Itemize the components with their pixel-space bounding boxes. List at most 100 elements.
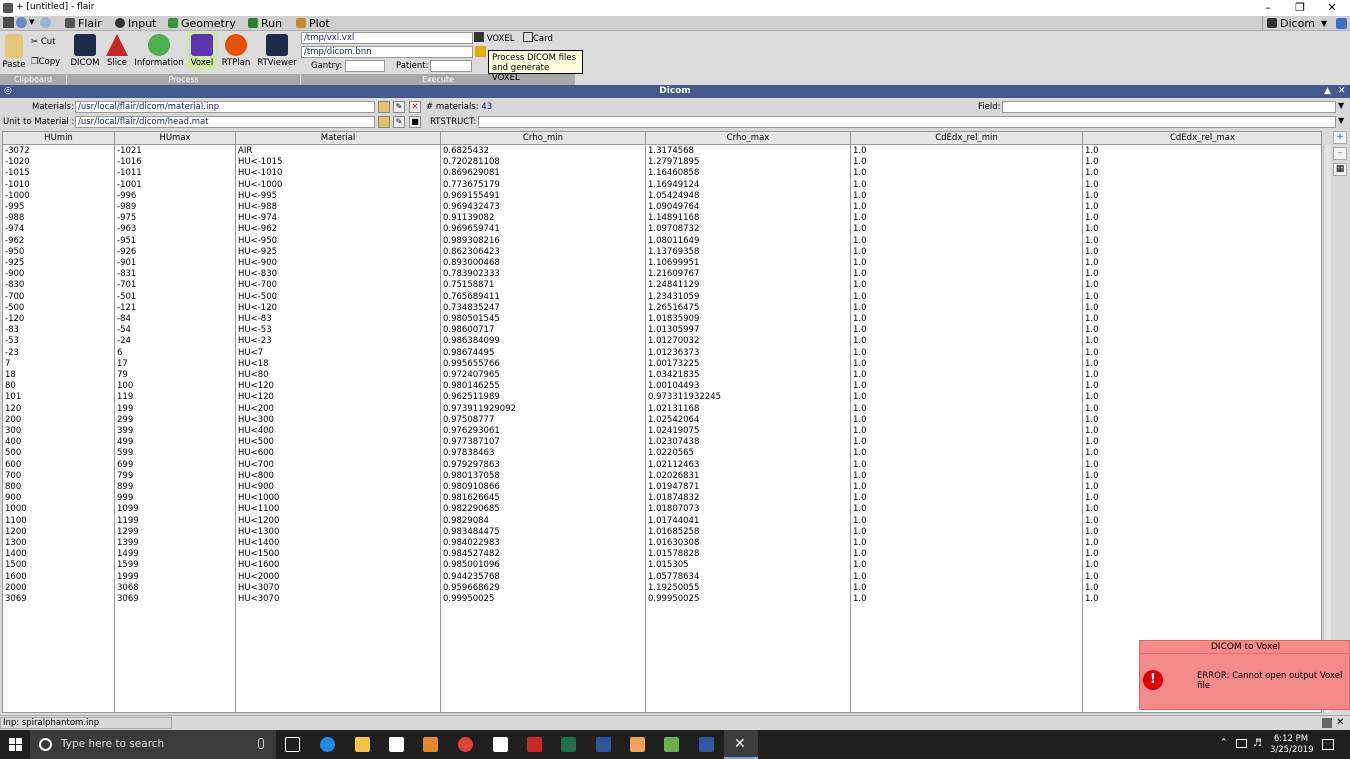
table-cell[interactable]: 1.0 [853,146,867,157]
table-cell[interactable]: 1.0 [1085,180,1099,191]
table-cell[interactable]: 1.0 [853,359,867,370]
table-cell[interactable]: 0.969432473 [443,202,500,213]
table-cell[interactable]: 0.720281108 [443,157,500,168]
mcafee-icon[interactable] [527,737,542,752]
table-cell[interactable]: 1.0 [1085,157,1099,168]
table-cell[interactable]: HU<300 [238,415,274,426]
table-cell[interactable]: 1.0 [1085,415,1099,426]
table-row[interactable]: 120 199 HU<200 0.973911929092 1.02131168 1.0 1… [3,404,1321,415]
table-cell[interactable]: HU<500 [238,437,274,448]
table-cell[interactable]: 0.75158871 [443,280,494,291]
table-cell[interactable]: HU<-988 [238,202,277,213]
table-cell[interactable]: -1001 [117,180,142,191]
table-cell[interactable]: 100 [117,381,133,392]
edit-icon[interactable]: ✎ [393,101,405,113]
table-cell[interactable]: 0.972407965 [443,370,500,381]
table-cell[interactable]: 1.0 [853,527,867,538]
table-cell[interactable]: 3069 [5,594,27,605]
table-cell[interactable]: 0.99950025 [648,594,699,605]
table-cell[interactable]: -963 [117,224,136,235]
table-cell[interactable]: 0.91139082 [443,213,494,224]
column-header-humax[interactable]: HUmax [115,132,236,145]
table-cell[interactable]: 1.01874832 [648,493,699,504]
table-cell[interactable]: 1.0 [1085,370,1099,381]
copy-button[interactable]: ❐Copy [31,57,60,67]
table-cell[interactable]: 1599 [117,560,139,571]
table-cell[interactable]: 1.0 [1085,258,1099,269]
table-cell[interactable]: 0.973911929092 [443,404,516,415]
table-cell[interactable]: 1.0 [1085,404,1099,415]
table-cell[interactable]: 1.16460858 [648,168,699,179]
table-cell[interactable]: 1.0 [1085,572,1099,583]
table-cell[interactable]: -3072 [5,146,30,157]
table-cell[interactable]: 1.0 [1085,325,1099,336]
table-cell[interactable]: -926 [117,247,136,258]
table-cell[interactable]: HU<80 [238,370,269,381]
table-cell[interactable]: 1.0 [1085,247,1099,258]
table-row[interactable]: 18 79 HU<80 0.972407965 1.03421835 1.0 1.0 [3,370,1321,381]
table-cell[interactable]: 1.03421835 [648,370,699,381]
table-cell[interactable]: -830 [5,280,24,291]
column-header-humin[interactable]: HUmin [3,132,115,145]
table-cell[interactable]: 1.0 [853,202,867,213]
table-cell[interactable]: -700 [5,292,24,303]
table-row[interactable]: 600 699 HU<700 0.979297863 1.02112463 1.0 1.0 [3,460,1321,471]
gantry-input[interactable] [345,60,385,72]
table-cell[interactable]: HU<120 [238,392,274,403]
table-cell[interactable]: 0.980910866 [443,482,500,493]
table-cell[interactable]: 18 [5,370,16,381]
status-tool-icon[interactable] [1322,718,1332,728]
table-cell[interactable]: -1015 [5,168,30,179]
table-cell[interactable]: 1.0 [1085,348,1099,359]
powershell-icon[interactable] [699,737,714,752]
table-cell[interactable]: HU<-950 [238,236,277,247]
table-row[interactable]: 200 299 HU<300 0.97508777 1.02542064 1.0 1.0 [3,415,1321,426]
table-row[interactable]: -830 -701 HU<-700 0.75158871 1.24841129 1.0 1.… [3,280,1321,291]
redo-icon[interactable] [40,17,51,28]
table-cell[interactable]: 0.973311932245 [648,392,721,403]
table-cell[interactable]: 599 [117,448,133,459]
table-cell[interactable]: 0.980137058 [443,471,500,482]
folder-icon[interactable] [475,46,486,57]
volume-icon[interactable]: ♬ [1253,738,1262,749]
add-row-icon[interactable]: + [1333,131,1347,144]
table-cell[interactable]: 1.0 [853,236,867,247]
table-cell[interactable]: 1.02542064 [648,415,699,426]
table-cell[interactable]: 1100 [5,516,27,527]
table-cell[interactable]: -950 [5,247,24,258]
table-row[interactable]: -1020 -1016 HU<-1015 0.720281108 1.27971895 1… [3,157,1321,168]
table-row[interactable]: 900 999 HU<1000 0.981626645 1.01874832 1.0 1.0 [3,493,1321,504]
table-cell[interactable]: 1.0 [853,460,867,471]
windows-start-icon[interactable] [9,738,22,751]
table-cell[interactable]: -121 [117,303,136,314]
table-cell[interactable]: 1.0 [1085,560,1099,571]
table-cell[interactable]: 1.0 [853,258,867,269]
table-cell[interactable]: 1.0 [853,381,867,392]
table-cell[interactable]: 0.869629081 [443,168,500,179]
dropdown-arrow-icon[interactable]: ▼ [1321,16,1327,31]
table-cell[interactable]: 1.0 [1085,583,1099,594]
table-cell[interactable]: 0.765689411 [443,292,500,303]
panel-menu-icon[interactable]: ◎ [4,85,12,98]
table-cell[interactable]: 0.862306423 [443,247,500,258]
table-cell[interactable]: -701 [117,280,136,291]
chrome-icon[interactable] [458,737,473,752]
table-cell[interactable]: HU<600 [238,448,274,459]
table-cell[interactable]: 1.0 [1085,437,1099,448]
notepad-icon[interactable] [664,737,679,752]
table-cell[interactable]: 0.977387107 [443,437,500,448]
table-tool-icon[interactable]: ▦ [1333,163,1347,176]
table-row[interactable]: -500 -121 HU<-120 0.734835247 1.26516475 1.0 1… [3,303,1321,314]
table-row[interactable]: -700 -501 HU<-500 0.765689411 1.23431059 1.0 1… [3,292,1321,303]
table-cell[interactable]: 80 [5,381,16,392]
table-row[interactable]: 700 799 HU<800 0.980137058 1.02026831 1.0 1.0 [3,471,1321,482]
table-cell[interactable]: 1.0 [1085,392,1099,403]
table-cell[interactable]: 300 [5,426,21,437]
table-cell[interactable]: 1.0 [853,292,867,303]
table-cell[interactable]: 399 [117,426,133,437]
table-cell[interactable]: HU<-830 [238,269,277,280]
table-row[interactable]: 7 17 HU<18 0.995655766 1.00173225 1.0 1.0 [3,359,1321,370]
table-cell[interactable]: 7 [5,359,10,370]
table-cell[interactable]: -1010 [5,180,30,191]
table-cell[interactable]: 1.01270032 [648,336,699,347]
